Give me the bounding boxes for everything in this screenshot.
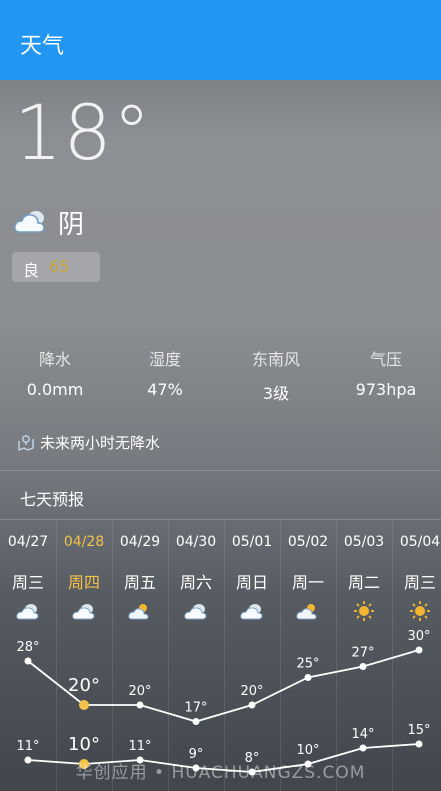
precipitation-value: 0.0mm [26,380,84,399]
forecast-date: 04/30 [175,534,217,550]
low-temp-label: 10° [296,743,319,758]
pressure-label: 气压 [369,350,402,369]
forecast-weekday: 周一 [291,573,324,592]
low-temp-point [415,740,423,748]
forecast-date: 05/02 [287,534,329,550]
forecast-date: 05/03 [343,534,385,550]
cloudy-icon [14,211,45,233]
low-temp-label: 11° [16,739,39,754]
high-temp-point [359,663,367,670]
high-temp-label: 20° [240,684,263,699]
app-title: 天气 [20,34,65,59]
forecast-date: 04/28 [63,534,105,550]
forecast-weekday: 周二 [347,573,380,592]
wind-value: 3级 [262,384,290,403]
forecast-date: 05/01 [231,534,273,550]
high-temp-label: 28° [16,640,39,655]
forecast-weekday: 周六 [179,573,212,592]
forecast-weekday: 周三 [11,573,44,592]
high-temp-point [304,674,312,681]
aqi-value: 65 [49,257,70,276]
low-temp-label: 14° [351,727,374,742]
forecast-weekday: 周四 [67,573,100,592]
precipitation-label: 降水 [38,350,71,369]
forecast-weekday: 周日 [235,573,268,592]
divider [0,470,441,471]
high-temp-label: 27° [351,646,374,661]
low-temp-label: 11° [128,739,151,754]
forecast-title: 七天预报 [20,490,85,509]
high-temp-point [136,701,144,709]
pressure-value: 973hpa [355,380,417,399]
high-temp-label: 30° [407,629,430,644]
current-temperature: 18° [14,88,152,177]
forecast-weekday: 周五 [123,573,156,592]
app-bar: 天气 [0,0,441,80]
low-temp-label: 15° [407,723,430,738]
high-temp-point [192,718,200,725]
low-temp-point [359,744,367,752]
wind-label: 东南风 [251,350,300,369]
humidity-value: 47% [147,380,183,399]
humidity-label: 湿度 [148,350,181,369]
high-temp-label: 20° [128,684,151,699]
current-condition: 阴 [58,210,85,240]
aqi-label: 良 [23,261,40,280]
high-temp-label: 17° [184,701,207,716]
high-temp-point [415,646,423,654]
watermark: 华创应用 • HUACHUANGZS.COM [75,763,366,783]
high-temp-point [248,701,256,709]
high-temp-label: 20° [68,675,100,696]
forecast-date: 04/29 [119,534,161,550]
aqi-badge[interactable]: 良 65 [12,252,100,282]
high-temp-label: 25° [296,657,319,672]
high-temp-point [79,700,89,710]
forecast-date: 05/04 [399,534,441,550]
notice-text: 未来两小时无降水 [40,434,161,452]
forecast-weekday: 周三 [403,573,436,592]
map-pin-icon [18,435,34,451]
low-temp-label: 10° [68,734,100,755]
high-temp-point [24,657,32,665]
forecast-date: 04/27 [7,534,49,550]
